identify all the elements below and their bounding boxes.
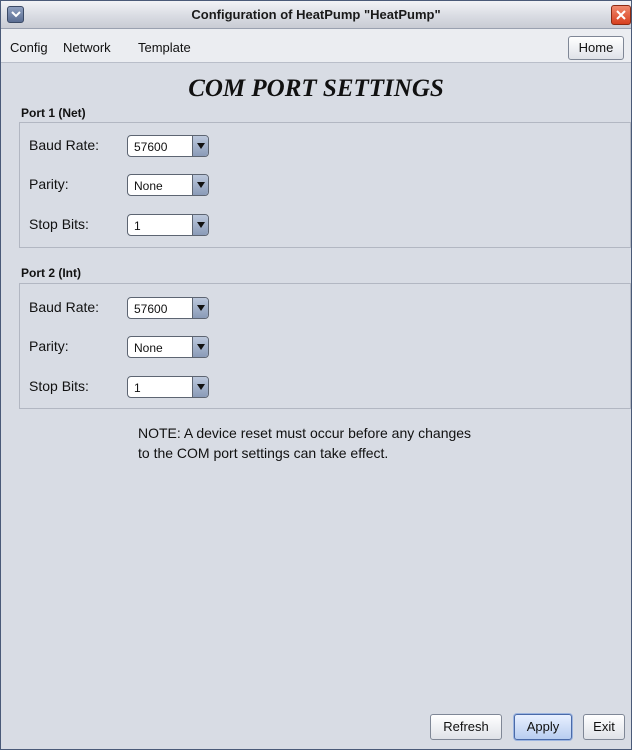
combo-value: None <box>134 179 163 193</box>
port-1-label: Port 1 (Net) <box>21 106 86 120</box>
config-window: Configuration of HeatPump "HeatPump" Con… <box>0 0 632 750</box>
port-1-baud-rate-select[interactable]: 57600 <box>127 135 209 157</box>
port-1-parity-select[interactable]: None <box>127 174 209 196</box>
refresh-button[interactable]: Refresh <box>430 714 502 740</box>
reset-note: NOTE: A device reset must occur before a… <box>138 423 471 463</box>
exit-button[interactable]: Exit <box>583 714 625 740</box>
parity-label: Parity: <box>29 338 69 354</box>
triangle-down-icon <box>197 222 205 228</box>
dropdown-arrow[interactable] <box>192 298 208 318</box>
menu-template[interactable]: Template <box>138 40 191 55</box>
note-line-1: NOTE: A device reset must occur before a… <box>138 425 472 441</box>
baud-rate-label: Baud Rate: <box>29 137 100 153</box>
page-title: COM PORT SETTINGS <box>188 75 444 102</box>
dropdown-arrow[interactable] <box>192 337 208 357</box>
triangle-down-icon <box>197 344 205 350</box>
port-2-baud-rate-select[interactable]: 57600 <box>127 297 209 319</box>
triangle-down-icon <box>197 143 205 149</box>
dropdown-arrow[interactable] <box>192 377 208 397</box>
dropdown-arrow[interactable] <box>192 175 208 195</box>
combo-value: None <box>134 341 163 355</box>
dropdown-arrow[interactable] <box>192 136 208 156</box>
stop-bits-label: Stop Bits: <box>29 378 89 394</box>
window-title: Configuration of HeatPump "HeatPump" <box>191 7 441 22</box>
port-2-parity-select[interactable]: None <box>127 336 209 358</box>
triangle-down-icon <box>197 305 205 311</box>
parity-label: Parity: <box>29 176 69 192</box>
combo-value: 57600 <box>134 302 168 316</box>
combo-value: 57600 <box>134 140 168 154</box>
port-1-stop-bits-select[interactable]: 1 <box>127 214 209 236</box>
home-button[interactable]: Home <box>568 36 624 60</box>
combo-value: 1 <box>134 219 141 233</box>
apply-button[interactable]: Apply <box>514 714 572 740</box>
triangle-down-icon <box>197 384 205 390</box>
menu-bar: Config Network Template Home <box>1 29 631 63</box>
menu-network[interactable]: Network <box>63 40 111 55</box>
stop-bits-label: Stop Bits: <box>29 216 89 232</box>
port-2-panel: Baud Rate: 57600 Parity: None Stop Bits:… <box>19 283 631 409</box>
baud-rate-label: Baud Rate: <box>29 299 100 315</box>
close-icon <box>616 10 626 20</box>
note-line-2: to the COM port settings can take effect… <box>138 445 389 461</box>
port-1-panel: Baud Rate: 57600 Parity: None Stop Bits:… <box>19 122 631 248</box>
triangle-down-icon <box>197 182 205 188</box>
close-button[interactable] <box>611 5 631 25</box>
menu-config[interactable]: Config <box>10 40 48 55</box>
dropdown-arrow[interactable] <box>192 215 208 235</box>
port-2-stop-bits-select[interactable]: 1 <box>127 376 209 398</box>
combo-value: 1 <box>134 381 141 395</box>
content-area: COM PORT SETTINGS Port 1 (Net) Baud Rate… <box>1 63 631 749</box>
title-bar[interactable]: Configuration of HeatPump "HeatPump" <box>1 1 631 29</box>
port-2-label: Port 2 (Int) <box>21 266 81 280</box>
